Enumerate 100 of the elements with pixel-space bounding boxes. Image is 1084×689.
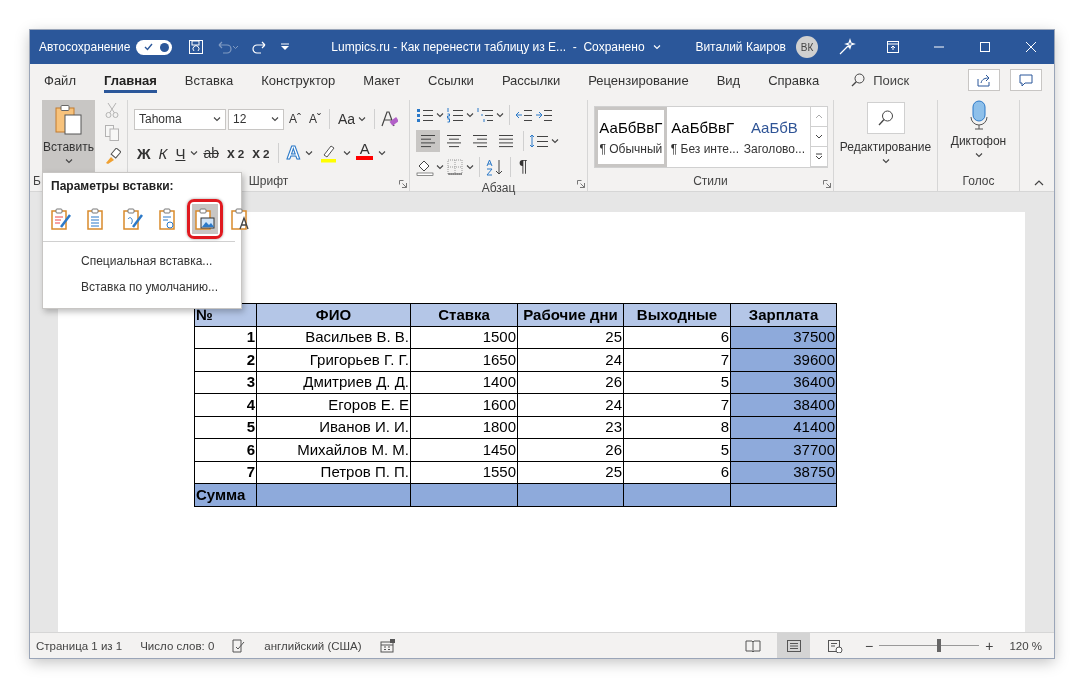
language-label[interactable]: английский (США) <box>264 639 362 652</box>
line-spacing-icon[interactable] <box>529 133 549 149</box>
ribbon-tab[interactable]: Макет <box>351 67 413 93</box>
collapse-ribbon-icon[interactable] <box>1034 179 1044 186</box>
wand-icon[interactable] <box>838 38 856 56</box>
align-left-icon <box>419 133 437 149</box>
zoom-out-button[interactable]: − <box>859 637 880 654</box>
underline-button[interactable]: Ч <box>172 142 189 164</box>
print-layout-button[interactable] <box>777 633 810 658</box>
table-cell: Дмитриев Д. Д. <box>256 371 411 394</box>
table-cell: 6 <box>623 461 731 484</box>
caret-icon[interactable] <box>190 150 199 156</box>
shading-icon[interactable] <box>416 158 434 176</box>
ribbon-tab[interactable]: Рассылки <box>489 67 573 93</box>
caret-icon[interactable] <box>343 150 352 156</box>
more-styles-icon[interactable] <box>815 153 824 160</box>
caret-icon <box>881 158 890 164</box>
menu-item[interactable]: Вставка по умолчанию... <box>43 276 218 302</box>
ribbon-tab[interactable]: Рецензирование <box>576 67 701 93</box>
search-icon[interactable] <box>877 110 894 126</box>
style-item[interactable]: АаБбВвГ ¶ Обычный <box>595 107 667 167</box>
ribbon-tab[interactable]: Главная <box>91 67 169 93</box>
table-cell: 23 <box>517 416 624 439</box>
ribbon-tab[interactable]: Справка <box>756 67 832 93</box>
font-size-button[interactable]: Aˆ <box>286 108 304 130</box>
font-size-button[interactable]: Aˇ <box>306 108 324 130</box>
proofing-icon[interactable] <box>232 638 247 653</box>
table-cell: 8 <box>623 416 731 439</box>
dialog-launcher-icon[interactable] <box>399 180 407 188</box>
decrease-indent-icon[interactable] <box>515 107 533 123</box>
caret-icon[interactable] <box>466 164 474 170</box>
highlighter-icon <box>318 143 339 163</box>
document-title[interactable]: Lumpics.ru - Как перенести таблицу из E... - Сохранено <box>331 40 645 54</box>
font-size-field[interactable]: 12 <box>228 108 284 130</box>
ribbon-tab[interactable]: Файл <box>32 67 88 93</box>
read-view-icon <box>744 638 761 653</box>
caret-icon[interactable] <box>378 150 387 156</box>
align-justify-icon <box>497 133 515 149</box>
italic-button[interactable]: К <box>155 142 171 164</box>
user-name[interactable]: Виталий Каиров <box>695 40 786 54</box>
share-button[interactable] <box>968 69 1000 91</box>
caret-icon <box>358 116 367 122</box>
change-case-button[interactable]: Aa <box>335 108 370 130</box>
paintbrush-icon[interactable] <box>105 148 121 164</box>
caret-icon[interactable] <box>496 112 504 118</box>
autosave-toggle[interactable] <box>136 39 173 55</box>
zoom-in-button[interactable]: + <box>979 637 1000 654</box>
table-cell: 1400 <box>410 371 518 394</box>
save-icon[interactable] <box>188 39 205 55</box>
ribbon-tab[interactable]: Конструктор <box>249 67 348 93</box>
table-cell: 1 <box>194 326 257 349</box>
caret-icon[interactable] <box>551 138 559 144</box>
table-cell: Егоров Е. Е <box>256 393 411 416</box>
sort-icon[interactable] <box>485 158 505 176</box>
user-avatar[interactable]: ВК <box>796 36 818 58</box>
group-label: Б <box>33 174 41 188</box>
paste-button[interactable]: Вставить <box>42 100 95 172</box>
maximize-icon[interactable] <box>979 41 991 53</box>
ribbon-tab[interactable]: Вставка <box>172 67 246 93</box>
table-cell: 26 <box>517 438 624 461</box>
caret-icon <box>64 158 73 164</box>
table-cell: 5 <box>194 416 257 439</box>
accessibility-icon[interactable] <box>379 638 396 653</box>
table-cell: 1500 <box>410 326 518 349</box>
increase-indent-icon[interactable] <box>535 107 553 123</box>
font-name-field[interactable]: Tahoma <box>134 108 226 130</box>
zoom-slider[interactable] <box>937 639 942 652</box>
zoom-level[interactable]: 120 % <box>1009 639 1042 652</box>
caret-icon[interactable] <box>305 150 314 156</box>
strikethrough-button[interactable]: ab <box>200 142 222 164</box>
font-color-button[interactable]: A <box>353 142 377 164</box>
ribbon-tab[interactable]: Ссылки <box>416 67 486 93</box>
numbering-icon[interactable] <box>446 107 464 123</box>
scroll-down-icon[interactable] <box>815 133 824 140</box>
table-cell: Васильев В. В. <box>256 326 411 349</box>
group-label: Голос <box>962 174 995 188</box>
table-cell: 7 <box>194 461 257 484</box>
align-right-icon <box>471 133 489 149</box>
clear-formatting-icon[interactable] <box>380 110 399 128</box>
editing-button[interactable]: Редактирование <box>839 140 932 164</box>
dialog-launcher-icon[interactable] <box>577 180 585 188</box>
caret-icon[interactable] <box>466 112 474 118</box>
dictate-button[interactable]: Диктофон <box>948 100 1009 173</box>
ribbon-display-icon[interactable] <box>887 41 899 53</box>
show-formatting-button[interactable]: ¶ <box>516 156 531 178</box>
menu-item[interactable]: Специальная вставка... <box>43 250 213 276</box>
caret-icon <box>271 116 279 122</box>
customize-caret-icon[interactable] <box>280 43 291 51</box>
ribbon-tab[interactable]: Вид <box>704 67 753 93</box>
caret-icon[interactable] <box>436 164 444 170</box>
close-icon[interactable] <box>1025 41 1037 53</box>
bold-button[interactable]: Ж <box>134 142 154 164</box>
borders-icon[interactable] <box>446 158 464 176</box>
bullets-icon[interactable] <box>416 107 434 123</box>
caret-icon[interactable] <box>436 112 444 118</box>
search-button[interactable]: Поиск <box>845 68 916 92</box>
multilevel-list-icon[interactable] <box>476 107 494 123</box>
word-count: Число слов: 0 <box>140 639 215 652</box>
align-left-button[interactable] <box>416 130 440 152</box>
dialog-launcher-icon[interactable] <box>823 180 831 188</box>
